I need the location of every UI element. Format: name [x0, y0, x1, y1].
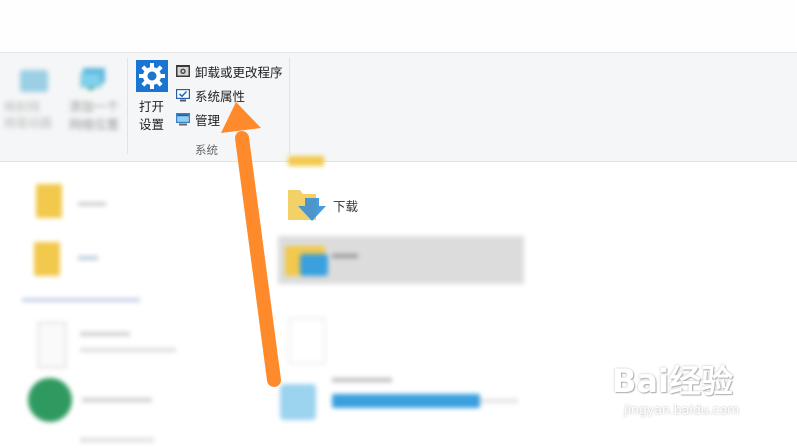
- system-group-label: 系统: [195, 143, 218, 157]
- map-drive-label-line2: 络驱动器: [4, 116, 53, 130]
- folder-icon[interactable]: [288, 156, 324, 166]
- uninstall-icon: [176, 65, 190, 77]
- add-network-location-button[interactable]: 添加一个 网络位置: [66, 60, 124, 140]
- manage-button[interactable]: 管理: [175, 109, 220, 129]
- network-drive-icon: [20, 70, 48, 92]
- download-folder-icon: [288, 190, 326, 221]
- map-network-drive-button[interactable]: 映射网 络驱动器: [0, 60, 62, 140]
- system-properties-label: 系统属性: [195, 88, 246, 104]
- folder-name: [332, 254, 358, 258]
- folder-name: [78, 202, 106, 206]
- drive-usage-bar: [332, 394, 480, 408]
- document-icon[interactable]: [289, 318, 325, 364]
- ribbon-group-separator: [127, 58, 128, 154]
- item-name: [332, 378, 392, 382]
- watermark-logo: Bai经验: [612, 362, 733, 400]
- title-bar: [0, 0, 797, 52]
- drive-usage-track: [480, 399, 518, 403]
- document-icon[interactable]: [38, 322, 66, 368]
- add-network-location-icon: [80, 68, 105, 90]
- app-icon[interactable]: [28, 378, 72, 422]
- download-label: 下载: [333, 199, 359, 214]
- open-settings-button[interactable]: 打开 设置: [135, 60, 169, 132]
- open-settings-label-line2: 设置: [139, 117, 165, 132]
- watermark-url: jingyan.baidu.com: [624, 402, 740, 417]
- add-location-label-line1: 添加一个: [69, 99, 120, 114]
- baidu-watermark: Bai经验 jingyan.baidu.com: [612, 356, 792, 446]
- system-properties-button[interactable]: 系统属性: [175, 85, 245, 105]
- gear-icon: [136, 60, 168, 92]
- add-location-label-line2: 网络位置: [69, 117, 120, 132]
- section-header: [22, 298, 140, 302]
- ribbon-group-separator: [289, 58, 290, 154]
- folder-icon[interactable]: [36, 184, 62, 218]
- folder-name: [78, 256, 98, 260]
- folder-icon[interactable]: [34, 242, 60, 276]
- map-drive-label-line1: 映射网: [4, 100, 41, 114]
- manage-label: 管理: [195, 112, 221, 128]
- app-name: [82, 398, 152, 402]
- app-icon[interactable]: [280, 384, 316, 420]
- document-details: [80, 348, 176, 352]
- folder-overlay-icon: [300, 254, 328, 276]
- list-item: [80, 438, 154, 442]
- document-name: [80, 332, 130, 336]
- system-properties-icon: [176, 89, 190, 102]
- manage-icon: [176, 113, 190, 126]
- uninstall-label: 卸载或更改程序: [195, 64, 283, 80]
- uninstall-program-button[interactable]: 卸载或更改程序: [175, 61, 283, 81]
- open-settings-label-line1: 打开: [139, 99, 165, 114]
